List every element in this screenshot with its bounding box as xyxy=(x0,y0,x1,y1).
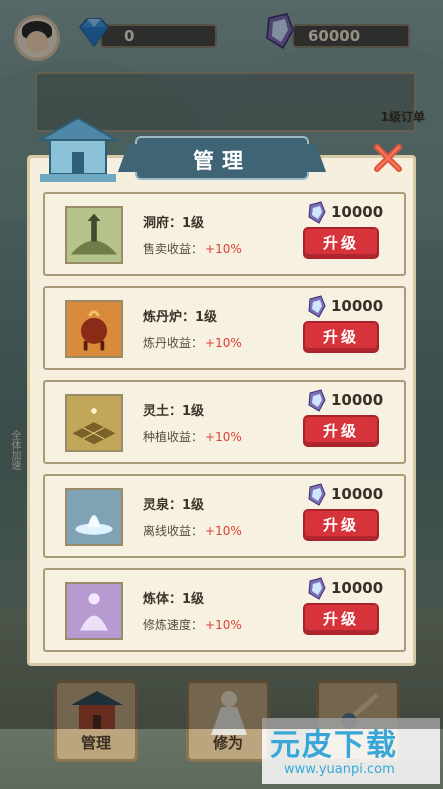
bonus-value: +10% xyxy=(205,524,242,538)
body-refining-icon xyxy=(65,582,123,640)
spirit-soil-icon xyxy=(65,394,123,452)
upgrade-cost: 10000 xyxy=(307,295,384,318)
alchemy-furnace-icon xyxy=(65,300,123,358)
row-name: 炼丹炉：1级 xyxy=(143,310,218,325)
spirit-crystal-icon xyxy=(308,483,326,506)
row-bonus: 炼丹收益： +10% xyxy=(143,336,242,350)
bonus-value: +10% xyxy=(205,618,242,632)
upgrade-button[interactable]: 升级 xyxy=(303,509,379,541)
upgrade-button[interactable]: 升级 xyxy=(303,603,379,635)
upgrade-cost: 10000 xyxy=(307,201,384,224)
watermark-url: www.yuanpi.com xyxy=(284,762,395,777)
cave-mansion-icon xyxy=(65,206,123,264)
panel-title: 管理 xyxy=(193,149,251,173)
cost-value: 10000 xyxy=(331,297,384,315)
bonus-value: +10% xyxy=(205,430,242,444)
cost-value: 10000 xyxy=(331,579,384,597)
bonus-value: +10% xyxy=(205,336,242,350)
row-name: 灵土：1级 xyxy=(143,404,205,419)
row-bonus: 离线收益： +10% xyxy=(143,524,242,538)
row-name: 炼体：1级 xyxy=(143,592,205,607)
spirit-crystal-icon xyxy=(308,201,326,224)
upgrade-button[interactable]: 升级 xyxy=(303,415,379,447)
cost-value: 10000 xyxy=(331,485,384,503)
upgrade-button[interactable]: 升级 xyxy=(303,321,379,353)
upgrade-row-body: 炼体：1级 修炼速度： +10% 10000 升级 xyxy=(43,568,406,652)
upgrade-cost: 10000 xyxy=(307,483,384,506)
upgrade-cost: 10000 xyxy=(307,577,384,600)
spirit-crystal-icon xyxy=(308,389,326,412)
row-name: 灵泉：1级 xyxy=(143,498,205,513)
upgrade-row-furnace: 炼丹炉：1级 炼丹收益： +10% 10000 升级 xyxy=(43,286,406,370)
row-bonus: 售卖收益： +10% xyxy=(143,242,242,256)
upgrade-cost: 10000 xyxy=(307,389,384,412)
spirit-spring-icon xyxy=(65,488,123,546)
title-banner: 管理 xyxy=(117,138,327,178)
cultivate-nav-label: 修为 xyxy=(212,734,243,752)
manage-panel-header: 管理 xyxy=(27,116,416,184)
manage-panel: 洞府：1级 售卖收益： +10% 10000 升级 炼丹炉：1级 炼丹收益： +10… xyxy=(27,155,416,666)
manage-nav-label: 管理 xyxy=(80,734,111,752)
upgrade-row-soil: 灵土：1级 种植收益： +10% 10000 升级 xyxy=(43,380,406,464)
cost-value: 10000 xyxy=(331,391,384,409)
row-bonus: 种植收益： +10% xyxy=(143,430,242,444)
spirit-crystal-icon xyxy=(308,577,326,600)
upgrade-row-cave: 洞府：1级 售卖收益： +10% 10000 升级 xyxy=(43,192,406,276)
cost-value: 10000 xyxy=(331,203,384,221)
close-icon[interactable] xyxy=(372,142,404,174)
pavilion-icon xyxy=(36,116,120,182)
row-name: 洞府：1级 xyxy=(143,216,205,231)
upgrade-button[interactable]: 升级 xyxy=(303,227,379,259)
spirit-crystal-icon xyxy=(308,295,326,318)
row-bonus: 修炼速度： +10% xyxy=(143,618,242,632)
bonus-value: +10% xyxy=(205,242,242,256)
upgrade-row-spring: 灵泉：1级 离线收益： +10% 10000 升级 xyxy=(43,474,406,558)
